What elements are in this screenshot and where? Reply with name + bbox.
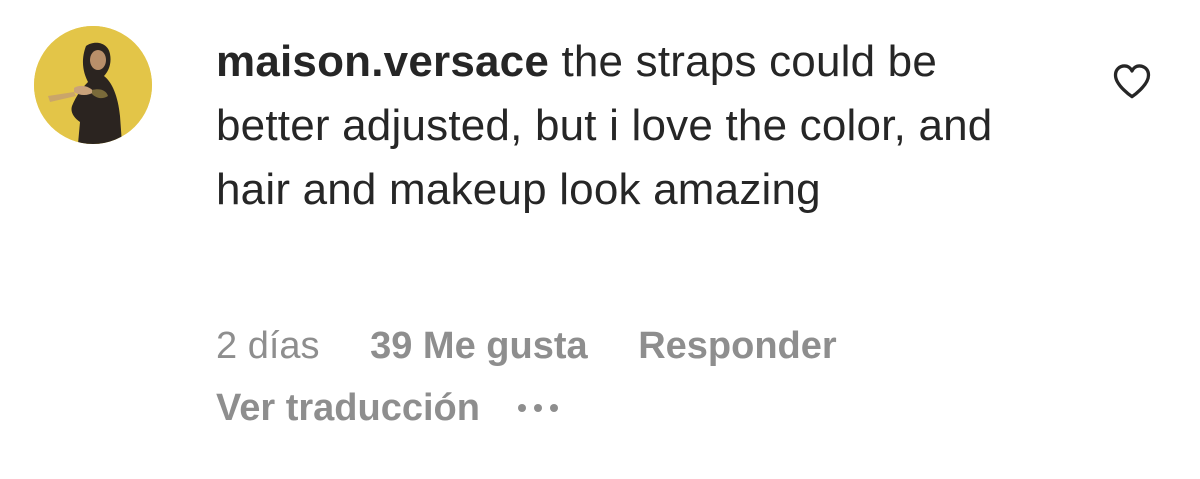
heart-outline-icon[interactable] — [1110, 60, 1154, 104]
comment-meta: 2 días 39 Me gusta Responder — [216, 318, 837, 374]
comment: maison.versace the straps could be bette… — [0, 0, 1200, 479]
more-options-icon[interactable] — [517, 380, 558, 436]
more-dot — [517, 404, 526, 412]
avatar-image — [34, 26, 152, 144]
more-dot — [549, 404, 558, 412]
translate-button[interactable]: Ver traducción — [216, 380, 480, 436]
reply-button[interactable]: Responder — [638, 325, 836, 367]
avatar[interactable] — [34, 26, 152, 144]
comment-time: 2 días — [216, 325, 320, 367]
likes-count-button[interactable]: 39 Me gusta — [370, 325, 588, 367]
more-dot — [533, 404, 542, 412]
comment-text: maison.versace the straps could be bette… — [216, 30, 1036, 222]
comment-actions: Ver traducción — [216, 380, 558, 436]
comment-body: maison.versace the straps could be bette… — [216, 30, 1036, 222]
username-link[interactable]: maison.versace — [216, 37, 549, 86]
